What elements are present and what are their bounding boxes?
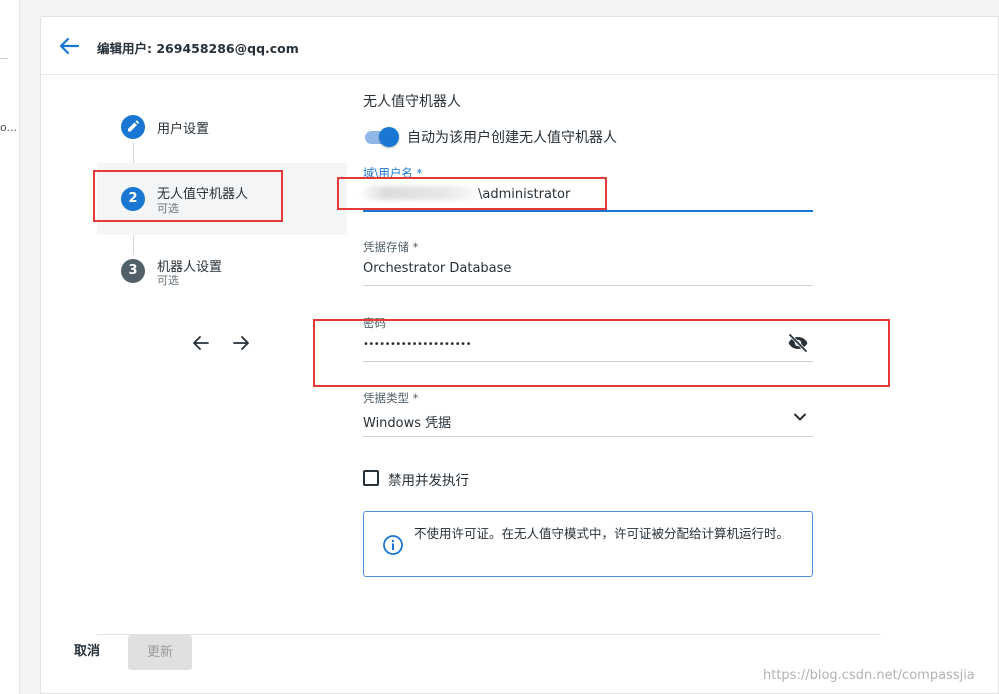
step-unattended-robot[interactable]: 2 无人值守机器人 可选	[97, 163, 347, 235]
field-label: 凭据存储 *	[363, 240, 419, 254]
watermark: https://blog.csdn.net/compassjia	[763, 668, 975, 683]
step-title: 用户设置	[157, 122, 210, 137]
cancel-button[interactable]: 取消	[62, 636, 112, 668]
eye-off-icon[interactable]	[787, 333, 809, 353]
edit-user-panel: 编辑用户: 269458286@qq.com 用户设置 2 无人值守机器人 可选…	[40, 16, 999, 694]
arrow-right-icon[interactable]	[231, 333, 251, 353]
arrow-left-icon[interactable]	[191, 333, 211, 353]
field-label: 域\用户名 *	[363, 166, 423, 180]
step-optional-label: 可选	[157, 274, 179, 287]
chevron-down-icon[interactable]	[791, 408, 809, 426]
password-value: ••••••••••••••••••••	[363, 339, 471, 350]
background-app-sidebar: o...	[0, 0, 20, 694]
credential-type-select[interactable]: 凭据类型 * Windows 凭据	[363, 390, 813, 438]
step-number: 3	[121, 259, 145, 283]
step-navigation	[191, 333, 255, 353]
password-field[interactable]: 密码 ••••••••••••••••••••	[363, 315, 813, 363]
selected-value: Windows 凭据	[363, 416, 452, 431]
step-robot-settings[interactable]: 3 机器人设置 可选	[97, 241, 347, 313]
field-value: \administrator	[363, 186, 570, 202]
footer-divider	[97, 634, 881, 635]
update-button[interactable]: 更新	[128, 635, 192, 670]
domain-username-field[interactable]: 域\用户名 * \administrator	[363, 165, 813, 213]
back-arrow-icon[interactable]	[58, 36, 80, 56]
truncated-label: o...	[0, 121, 18, 134]
divider	[0, 58, 8, 59]
checkbox-label: 禁用并发执行	[388, 473, 469, 489]
field-value: Orchestrator Database	[363, 261, 512, 276]
info-text: 不使用许可证。在无人值守模式中，许可证被分配给计算机运行时。	[414, 526, 790, 541]
info-icon	[382, 534, 404, 556]
redacted-domain	[363, 186, 478, 200]
field-label: 凭据类型 *	[363, 391, 419, 405]
page-title: 编辑用户: 269458286@qq.com	[97, 41, 299, 56]
field-label: 密码	[363, 316, 386, 330]
credential-store-field[interactable]: 凭据存储 * Orchestrator Database	[363, 239, 813, 287]
toggle-label: 自动为该用户创建无人值守机器人	[407, 130, 617, 146]
pencil-icon	[121, 115, 145, 139]
auto-create-robot-toggle[interactable]	[363, 127, 399, 147]
disable-parallel-checkbox[interactable]	[363, 470, 379, 486]
step-user-settings[interactable]: 用户设置	[97, 93, 347, 165]
license-info-box: 不使用许可证。在无人值守模式中，许可证被分配给计算机运行时。	[363, 511, 813, 577]
step-number: 2	[121, 187, 145, 211]
step-optional-label: 可选	[157, 202, 179, 215]
section-title: 无人值守机器人	[363, 94, 461, 110]
unattended-robot-form: 无人值守机器人 自动为该用户创建无人值守机器人 域\用户名 * \adminis…	[363, 17, 823, 617]
